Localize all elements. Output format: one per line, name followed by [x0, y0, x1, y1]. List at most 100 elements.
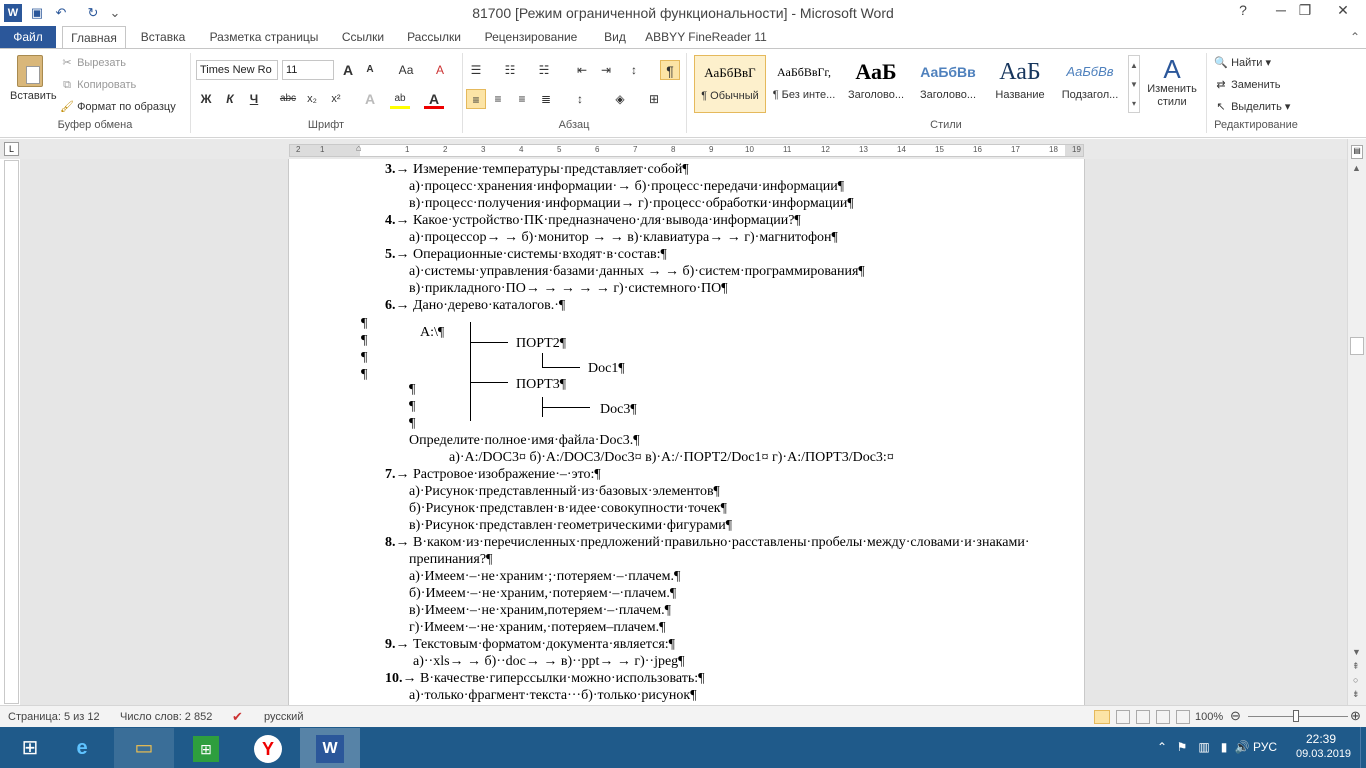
italic-button[interactable]: К [220, 89, 240, 109]
network-icon[interactable]: ▥ [1194, 727, 1214, 768]
tab-abbyy[interactable]: ABBYY FineReader 11 [644, 26, 768, 48]
format-painter-button[interactable]: 🖌 Формат по образцу [60, 100, 176, 114]
collapse-ribbon-icon[interactable]: ⌃ [1346, 26, 1364, 48]
language[interactable]: русский [264, 711, 303, 723]
shading-icon[interactable]: ◈ [610, 89, 630, 109]
proofing-icon[interactable]: ✔ [232, 709, 243, 725]
document-line[interactable]: 4.→ Какое·устройство·ПК·предназначено·дл… [385, 212, 801, 229]
find-button[interactable]: 🔍 Найти ▾ [1214, 56, 1271, 70]
subscript-button[interactable]: x₂ [302, 89, 322, 109]
font-color-button[interactable]: A [424, 89, 444, 109]
change-case-button[interactable]: Аа [392, 60, 420, 80]
document-line[interactable]: ¶ [409, 398, 415, 415]
copy-button[interactable]: ⧉ Копировать [60, 78, 136, 92]
cut-button[interactable]: ✂ Вырезать [60, 56, 126, 70]
windows-start-icon[interactable]: ⊞ [0, 728, 60, 768]
print-layout-icon[interactable] [1094, 710, 1110, 724]
tab-selector-icon[interactable]: L [4, 142, 19, 156]
document-line[interactable]: ¶ [361, 332, 367, 349]
style-title[interactable]: АаБ Название [984, 55, 1056, 113]
align-center-icon[interactable]: ≡ [488, 89, 508, 109]
styles-scroll[interactable]: ▲ ▼ ▾ [1128, 55, 1140, 113]
scroll-down-icon[interactable]: ▼ [1352, 647, 1361, 657]
help-button[interactable]: ? [1226, 0, 1260, 22]
document-line[interactable]: ¶ [361, 349, 367, 366]
outline-icon[interactable] [1156, 710, 1170, 724]
document-line[interactable]: 7.→ Растровое·изображение·–·это:¶ [385, 466, 601, 483]
document-line[interactable]: 6.→ Дано·дерево·каталогов.·¶ [385, 297, 565, 314]
style-no-spacing[interactable]: АаБбВвГг, ¶ Без инте... [768, 55, 840, 113]
next-page-icon[interactable]: ⇟ [1352, 689, 1360, 700]
tab-file[interactable]: Файл [0, 26, 56, 48]
tab-page-layout[interactable]: Разметка страницы [202, 26, 326, 48]
font-name-combo[interactable]: Times New Ro [196, 60, 278, 80]
document-line[interactable]: а)··xls→ → б)··doc→ → в)··ppt→ → г)··jpe… [413, 653, 685, 670]
shrink-font-button[interactable]: A [360, 60, 380, 80]
style-subtitle[interactable]: АаБбВв Подзагол... [1054, 55, 1126, 113]
show-desktop-button[interactable] [1360, 727, 1366, 768]
volume-icon[interactable]: 🔊 [1232, 727, 1252, 768]
document-line[interactable]: а)·Рисунок·представленный·из·базовых·эле… [409, 483, 720, 500]
document-line[interactable]: препинания?¶ [409, 551, 492, 568]
change-styles-button[interactable]: A Изменить стили [1144, 55, 1200, 109]
page-count[interactable]: Страница: 5 из 12 [8, 711, 100, 723]
tab-references[interactable]: Ссылки [334, 26, 392, 48]
prev-page-icon[interactable]: ⇞ [1352, 661, 1360, 672]
clear-format-button[interactable]: A [430, 60, 450, 80]
document-line[interactable]: 5.→ Операционные·системы·входят·в·состав… [385, 246, 667, 263]
zoom-in-icon[interactable]: ⊕ [1350, 708, 1361, 724]
grow-font-button[interactable]: A [338, 60, 358, 80]
document-line[interactable]: а)·Имеем·–·не·храним·;·потеряем·–·плачем… [409, 568, 680, 585]
increase-indent-icon[interactable]: ⇥ [596, 60, 616, 80]
browse-object-icon[interactable]: ○ [1353, 675, 1358, 685]
vertical-scrollbar[interactable]: ▤ ▲ ▼ ⇞ ○ ⇟ [1347, 139, 1366, 705]
tab-review[interactable]: Рецензирование [476, 26, 586, 48]
document-line[interactable]: ¶ [409, 415, 415, 432]
document-line[interactable]: а)·процессор→ → б)·монитор → → в)·клавиа… [409, 229, 838, 246]
align-left-icon[interactable]: ≡ [466, 89, 486, 109]
document-line[interactable]: Doc3¶ [600, 401, 637, 418]
document-line[interactable]: 9.→ Текстовым·форматом·документа·являетс… [385, 636, 675, 653]
select-button[interactable]: ↖ Выделить ▾ [1214, 100, 1290, 114]
zoom-out-icon[interactable]: ⊖ [1230, 708, 1241, 724]
horizontal-ruler[interactable]: 1 2 1 2 3 4 5 6 7 8 9 10 11 12 13 14 15 … [289, 143, 1084, 157]
document-line[interactable]: б)·Имеем·–·не·храним,·потеряем·–·плачем.… [409, 585, 676, 602]
document-line[interactable]: в)·процесс·получения·информации→ г)·проц… [409, 195, 854, 212]
document-line[interactable]: ПОРТ2¶ [516, 335, 566, 352]
document-line[interactable]: в)·Рисунок·представлен·геометрическими·ф… [409, 517, 732, 534]
scroll-thumb[interactable] [1350, 337, 1364, 355]
style-heading1[interactable]: АаБ Заголово... [840, 55, 912, 113]
bold-button[interactable]: Ж [196, 89, 216, 109]
language-indicator[interactable]: РУС [1252, 727, 1278, 768]
font-size-combo[interactable]: 11 [282, 60, 334, 80]
style-normal[interactable]: АаБбВвГ ¶ Обычный [694, 55, 766, 113]
document-line[interactable]: 10.→ В·качестве·гиперссылки·можно·исполь… [385, 670, 704, 687]
document-line[interactable]: в)·Имеем·–·не·храним,потеряем·–·плачем.¶ [409, 602, 671, 619]
show-formatting-button[interactable]: ¶ [660, 60, 680, 80]
file-explorer-icon[interactable]: ▭ [114, 728, 174, 768]
tab-view[interactable]: Вид [594, 26, 636, 48]
justify-icon[interactable]: ≣ [536, 89, 556, 109]
vertical-ruler[interactable] [4, 160, 19, 704]
document-line[interactable]: Doc1¶ [588, 360, 625, 377]
align-right-icon[interactable]: ≡ [512, 89, 532, 109]
document-line[interactable]: г)·Имеем·–·не·храним,·потеряем–плачем.¶ [409, 619, 665, 636]
web-layout-icon[interactable] [1136, 710, 1150, 724]
tab-home[interactable]: Главная [62, 26, 126, 49]
replace-button[interactable]: ⇄ Заменить [1214, 78, 1280, 92]
full-screen-icon[interactable] [1116, 710, 1130, 724]
borders-icon[interactable]: ⊞ [644, 89, 664, 109]
document-line[interactable]: 3.→ Измерение·температуры·представляет·с… [385, 161, 689, 178]
document-line[interactable]: А:\¶ [420, 324, 444, 341]
multilevel-list-icon[interactable]: ☵ [534, 60, 554, 80]
close-button[interactable]: ✕ [1320, 0, 1366, 22]
document-line[interactable]: а)·системы·управления·базами·данных → → … [409, 263, 865, 280]
tab-mailings[interactable]: Рассылки [400, 26, 468, 48]
tab-insert[interactable]: Вставка [134, 26, 192, 48]
ruler-toggle-icon[interactable]: ▤ [1351, 145, 1363, 159]
superscript-button[interactable]: x² [326, 89, 346, 109]
document-line[interactable]: а)·процесс·хранения·информации·→ б)·проц… [409, 178, 844, 195]
document-line[interactable]: а)·А:/DOC3¤ б)·А:/DOC3/Doc3¤ в)·А:/·ПОРТ… [449, 449, 894, 466]
sort-icon[interactable]: ↕ [624, 60, 644, 80]
document-page[interactable]: 3.→ Измерение·температуры·представляет·с… [288, 159, 1085, 705]
